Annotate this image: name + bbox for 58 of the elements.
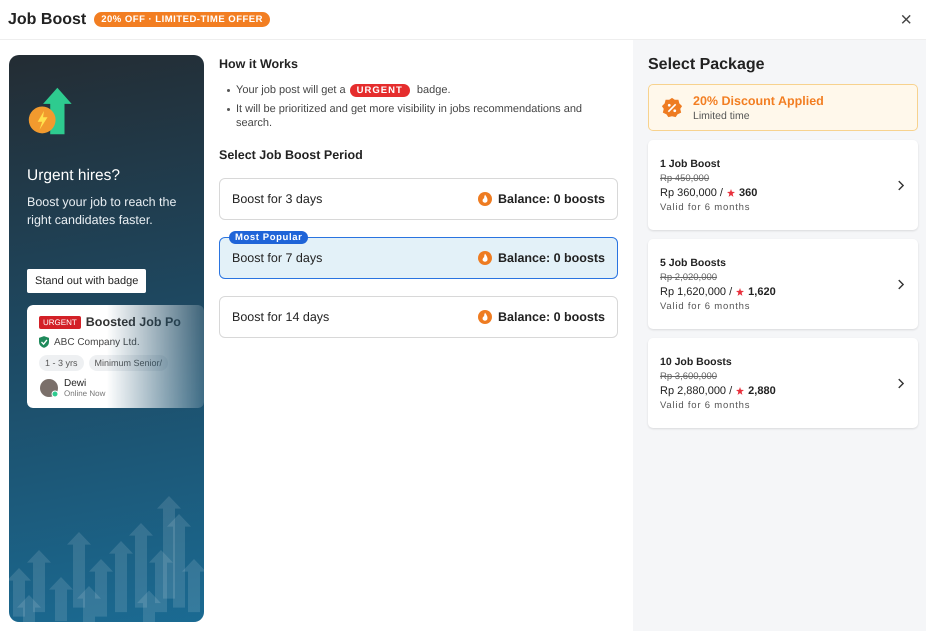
chevron-right-icon (897, 278, 904, 290)
discount-icon (661, 96, 683, 118)
package-price: Rp 1,620,000 / (660, 286, 732, 298)
dialog-title: Job Boost (8, 10, 86, 28)
star-icon (736, 386, 744, 394)
offer-badge: 20% OFF · LIMITED-TIME OFFER (94, 12, 270, 27)
points-value: 1,620 (748, 286, 776, 298)
section-title: Select Job Boost Period (219, 148, 364, 162)
points-value: 2,880 (748, 384, 776, 396)
flame-icon (478, 192, 492, 206)
star-icon (736, 288, 744, 296)
job-tag: Minimum Senior/ (88, 355, 168, 371)
job-title: Boosted Job Po (86, 315, 181, 329)
discount-title: 20% Discount Applied (693, 94, 824, 108)
shield-check-icon (39, 336, 49, 348)
original-price: Rp 2,020,000 (660, 272, 718, 282)
balance-text: Balance: 0 boosts (498, 251, 605, 265)
bullet-text: Your job post will get a URGENT badge. (236, 83, 450, 98)
online-status: Online Now (64, 389, 106, 398)
period-option[interactable]: Boost for 14 days Balance: 0 boosts (219, 296, 618, 338)
job-tag: 1 - 3 yrs (39, 355, 84, 371)
original-price: Rp 3,600,000 (660, 370, 718, 382)
package-card[interactable]: 1 Job Boost Rp 450,000 Rp 360,000 / 360 Valid for 6 months (648, 140, 918, 230)
package-name: 5 Job Boosts (660, 256, 727, 268)
flame-icon (478, 310, 492, 324)
validity-text: Valid for 6 months (660, 400, 752, 410)
promo-text: Boost your job to reach the right candidates faster. (27, 194, 178, 229)
package-price: Rp 2,880,000 / (660, 384, 732, 396)
section-title: Select Package (648, 56, 766, 74)
star-icon (727, 188, 735, 196)
avatar-icon (39, 378, 59, 398)
discount-subtitle: Limited time (693, 110, 751, 122)
package-name: 10 Job Boosts (660, 356, 733, 368)
promo-heading: Urgent hires? (27, 167, 122, 185)
points-value: 360 (739, 186, 758, 198)
chevron-right-icon (897, 180, 904, 190)
original-price: Rp 450,000 (660, 172, 710, 184)
balance-text: Balance: 0 boosts (498, 310, 605, 324)
period-option[interactable]: Boost for 3 days Balance: 0 boosts (219, 178, 618, 220)
popular-badge: Most Popular (229, 231, 308, 244)
urgent-badge: URGENT (39, 316, 81, 328)
bullet-dot (227, 108, 230, 111)
flame-icon (478, 251, 492, 265)
validity-text: Valid for 6 months (660, 202, 752, 212)
close-button[interactable]: × (894, 10, 918, 30)
validity-text: Valid for 6 months (660, 300, 752, 312)
company-name: ABC Company Ltd. (54, 336, 140, 348)
section-title: How it Works (219, 57, 299, 71)
chevron-right-icon (897, 378, 904, 388)
bullet-dot (227, 89, 230, 92)
bullet-text: It will be prioritized and get more visibility in jobs recommendations and search. (236, 102, 584, 130)
package-card[interactable]: 5 Job Boosts Rp 2,020,000 Rp 1,620,000 / 1,620 Valid for 6 months (648, 239, 918, 329)
package-name: 1 Job Boost (660, 158, 722, 170)
balance-text: Balance: 0 boosts (498, 192, 605, 206)
package-card[interactable]: 10 Job Boosts Rp 3,600,000 Rp 2,880,000 / 2,880 Valid for 6 months (648, 338, 918, 428)
recruiter-name: Dewi (64, 378, 88, 389)
package-price: Rp 360,000 / (660, 186, 723, 198)
tooltip: Stand out with badge (27, 269, 146, 293)
